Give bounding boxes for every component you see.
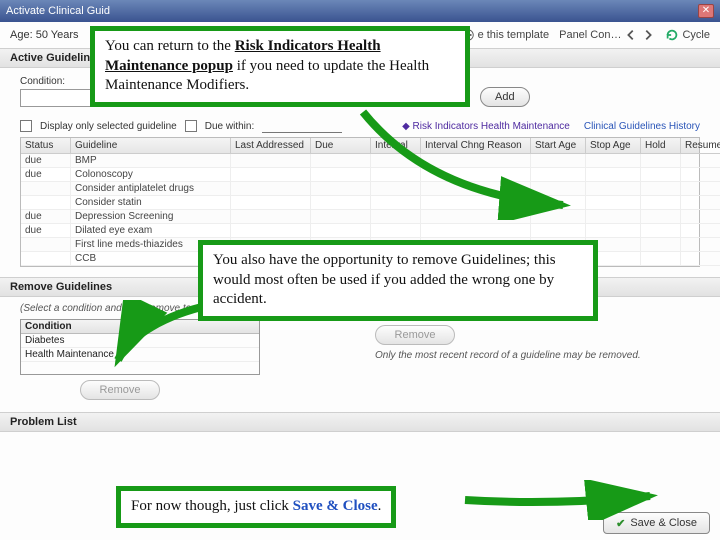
age-label: Age: 50 Years bbox=[10, 29, 79, 41]
left-icon[interactable] bbox=[624, 28, 638, 42]
display-selected-label: Display only selected guideline bbox=[40, 121, 177, 132]
remove-condition-button[interactable]: Remove bbox=[80, 380, 160, 400]
table-row[interactable]: dueBMP bbox=[21, 154, 699, 168]
due-within-label: Due within: bbox=[205, 121, 254, 132]
list-item[interactable]: Health Maintenance bbox=[21, 348, 259, 362]
table-row[interactable]: dueDilated eye exam bbox=[21, 224, 699, 238]
hide-template-button[interactable]: e this template bbox=[461, 28, 550, 42]
table-row[interactable]: Consider antiplatelet drugs bbox=[21, 182, 699, 196]
right-icon[interactable] bbox=[641, 28, 655, 42]
add-button[interactable]: Add bbox=[480, 87, 530, 107]
display-selected-checkbox[interactable] bbox=[20, 120, 32, 132]
filter-row: Display only selected guideline Due with… bbox=[0, 115, 720, 137]
condition-list[interactable]: Condition Diabetes Health Maintenance bbox=[20, 319, 260, 375]
table-row[interactable]: dueColonoscopy bbox=[21, 168, 699, 182]
due-within-checkbox[interactable] bbox=[185, 120, 197, 132]
section-problem-list: Problem List bbox=[0, 412, 720, 432]
window-titlebar: Activate Clinical Guid ✕ bbox=[0, 0, 720, 22]
window-title: Activate Clinical Guid bbox=[6, 5, 110, 17]
guidelines-history-link[interactable]: Clinical Guidelines History bbox=[584, 121, 700, 132]
close-icon[interactable]: ✕ bbox=[698, 4, 714, 18]
grid-header: StatusGuidelineLast Addressed DueInterva… bbox=[21, 138, 699, 154]
remove-guideline-button[interactable]: Remove bbox=[375, 325, 455, 345]
list-item[interactable]: Diabetes bbox=[21, 334, 259, 348]
remove-hint-right-bottom: Only the most recent record of a guideli… bbox=[375, 350, 700, 361]
table-row[interactable]: dueDepression Screening bbox=[21, 210, 699, 224]
panel-controls[interactable]: Panel Con… bbox=[559, 28, 655, 42]
table-row[interactable]: Consider statin bbox=[21, 196, 699, 210]
annotation-callout: You can return to the Risk Indicators He… bbox=[90, 26, 470, 107]
cycle-button[interactable]: Cycle bbox=[665, 28, 710, 42]
annotation-callout: For now though, just click Save & Close. bbox=[116, 486, 396, 528]
check-icon: ✔ bbox=[616, 517, 625, 530]
save-and-close-button[interactable]: ✔ Save & Close bbox=[603, 512, 710, 534]
annotation-callout: You also have the opportunity to remove … bbox=[198, 240, 598, 321]
risk-indicators-link[interactable]: ◆ Risk Indicators Health Maintenance bbox=[402, 121, 570, 132]
due-within-input[interactable] bbox=[262, 119, 342, 133]
cycle-icon bbox=[665, 28, 679, 42]
